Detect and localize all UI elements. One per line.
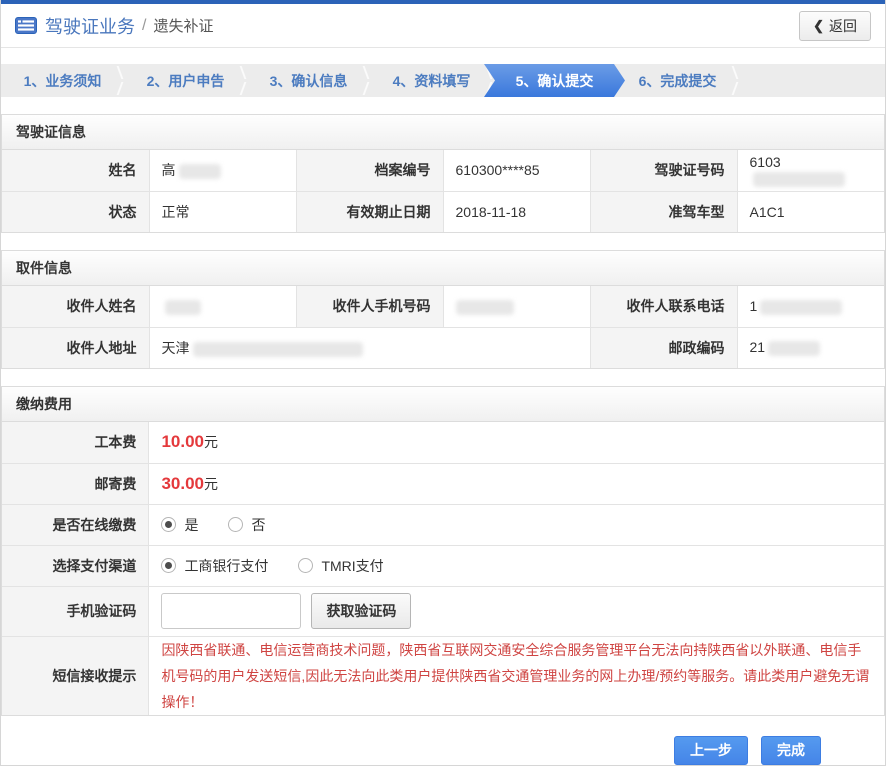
file-no-label: 档案编号 [296,150,443,191]
name-label: 姓名 [2,150,149,191]
redacted-block [768,341,820,356]
page-header: 驾驶证业务 / 遗失补证 ❮ 返回 [1,4,885,48]
currency-unit: 元 [204,434,218,450]
radio-yes-label: 是 [184,515,198,535]
step-5-confirm-submit-active: 5、确认提交 [484,64,625,97]
status-label: 状态 [2,191,149,232]
table-row: 状态 正常 有效期止日期 2018-11-18 准驾车型 A1C1 [2,191,884,232]
file-no-value: 610300****85 [443,150,590,191]
license-no-label: 驾驶证号码 [590,150,737,191]
section-license-info: 驾驶证信息 姓名 高 档案编号 610300****85 驾驶证号码 6103 … [1,114,885,233]
get-sms-code-button[interactable]: 获取验证码 [311,593,411,629]
breadcrumb-current: 遗失补证 [153,15,213,36]
table-row: 姓名 高 档案编号 610300****85 驾驶证号码 6103 [2,150,884,191]
radio-unselected-icon[interactable] [228,517,243,532]
recipient-phone-label: 收件人联系电话 [590,286,737,327]
page: 驾驶证业务 / 遗失补证 ❮ 返回 1、业务须知 2、用户申告 3、确认信息 4… [0,0,886,766]
step-4-fill-data: 4、资料填写 [370,64,493,97]
recipient-name-value [149,286,296,327]
section-title-license: 驾驶证信息 [2,115,884,150]
recipient-address-value: 天津 [149,327,590,368]
online-payment-label: 是否在线缴费 [2,504,149,545]
chevron-left-icon: ❮ [813,18,824,34]
expiry-value: 2018-11-18 [443,191,590,232]
sms-tip-cell: 因陕西省联通、电信运营商技术问题，陕西省互联网交通安全综合服务管理平台无法向持陕… [149,636,884,715]
radio-option-icbc[interactable]: 工商银行支付 [161,556,268,576]
recipient-address-label: 收件人地址 [2,327,149,368]
recipient-name-label: 收件人姓名 [2,286,149,327]
postage-fee-label: 邮寄费 [2,463,149,504]
page-title: 驾驶证业务 [45,13,135,39]
step-1-business-notice: 1、业务须知 [1,64,124,97]
back-button[interactable]: ❮ 返回 [799,11,871,41]
breadcrumb-separator: / [142,17,146,35]
form-list-icon [15,17,37,34]
back-button-label: 返回 [829,16,857,36]
license-info-table: 姓名 高 档案编号 610300****85 驾驶证号码 6103 状态 正常 … [2,150,884,232]
recipient-mobile-value [443,286,590,327]
license-no-value: 6103 [737,150,884,191]
radio-selected-icon[interactable] [161,517,176,532]
radio-selected-icon[interactable] [161,558,176,573]
sms-tip-label: 短信接收提示 [2,636,149,715]
table-row: 手机验证码 获取验证码 [2,586,884,636]
previous-step-button[interactable]: 上一步 [674,736,748,765]
sms-code-cell: 获取验证码 [149,586,884,636]
redacted-block [753,172,845,187]
radio-option-yes[interactable]: 是 [161,515,198,535]
expiry-label: 有效期止日期 [296,191,443,232]
radio-option-tmri[interactable]: TMRI支付 [298,556,383,576]
payment-channel-options: 工商银行支付 TMRI支付 [149,545,884,586]
recipient-phone-value: 1 [737,286,884,327]
vehicle-type-label: 准驾车型 [590,191,737,232]
postage-fee-amount: 30.00 [161,474,204,493]
production-fee-label: 工本费 [2,422,149,463]
finish-button[interactable]: 完成 [761,736,821,765]
recipient-mobile-label: 收件人手机号码 [296,286,443,327]
radio-icbc-label: 工商银行支付 [184,556,268,576]
redacted-block [179,164,221,179]
currency-unit: 元 [204,476,218,492]
production-fee-amount: 10.00 [161,432,204,451]
table-row: 收件人地址 天津 邮政编码 21 [2,327,884,368]
redacted-block [456,300,514,315]
sms-code-input[interactable] [161,593,301,629]
postcode-value: 21 [737,327,884,368]
status-value: 正常 [149,191,296,232]
step-6-complete-submit: 6、完成提交 [616,64,739,97]
table-row: 收件人姓名 收件人手机号码 收件人联系电话 1 [2,286,884,327]
table-row: 工本费 10.00元 [2,422,884,463]
table-row: 短信接收提示 因陕西省联通、电信运营商技术问题，陕西省互联网交通安全综合服务管理… [2,636,884,715]
production-fee-value: 10.00元 [149,422,884,463]
postcode-label: 邮政编码 [590,327,737,368]
name-value: 高 [149,150,296,191]
step-3-confirm-info: 3、确认信息 [247,64,370,97]
redacted-block [760,300,842,315]
pickup-info-table: 收件人姓名 收件人手机号码 收件人联系电话 1 收件人地址 天津 邮政编码 21 [2,286,884,368]
redacted-block [165,300,201,315]
step-2-user-declaration: 2、用户申告 [124,64,247,97]
radio-no-label: 否 [251,515,265,535]
radio-unselected-icon[interactable] [298,558,313,573]
sms-code-label: 手机验证码 [2,586,149,636]
radio-option-no[interactable]: 否 [228,515,265,535]
table-row: 是否在线缴费 是 否 [2,504,884,545]
section-pickup-info: 取件信息 收件人姓名 收件人手机号码 收件人联系电话 1 收件人地址 天津 邮政… [1,250,885,369]
payment-channel-label: 选择支付渠道 [2,545,149,586]
footer-actions: 上一步 完成 [1,716,885,765]
radio-tmri-label: TMRI支付 [321,556,383,576]
redacted-block [193,342,363,357]
table-row: 邮寄费 30.00元 [2,463,884,504]
postage-fee-value: 30.00元 [149,463,884,504]
sms-tip-text: 因陕西省联通、电信运营商技术问题，陕西省互联网交通安全综合服务管理平台无法向持陕… [161,637,872,715]
table-row: 选择支付渠道 工商银行支付 TMRI支付 [2,545,884,586]
step-progress-bar: 1、业务须知 2、用户申告 3、确认信息 4、资料填写 5、确认提交 6、完成提… [1,64,885,97]
vehicle-type-value: A1C1 [737,191,884,232]
fees-table: 工本费 10.00元 邮寄费 30.00元 是否在线缴费 是 [2,422,884,715]
section-title-pickup: 取件信息 [2,251,884,286]
section-fees: 缴纳费用 工本费 10.00元 邮寄费 30.00元 是否在线缴费 [1,386,885,716]
online-payment-options: 是 否 [149,504,884,545]
section-title-fees: 缴纳费用 [2,387,884,422]
